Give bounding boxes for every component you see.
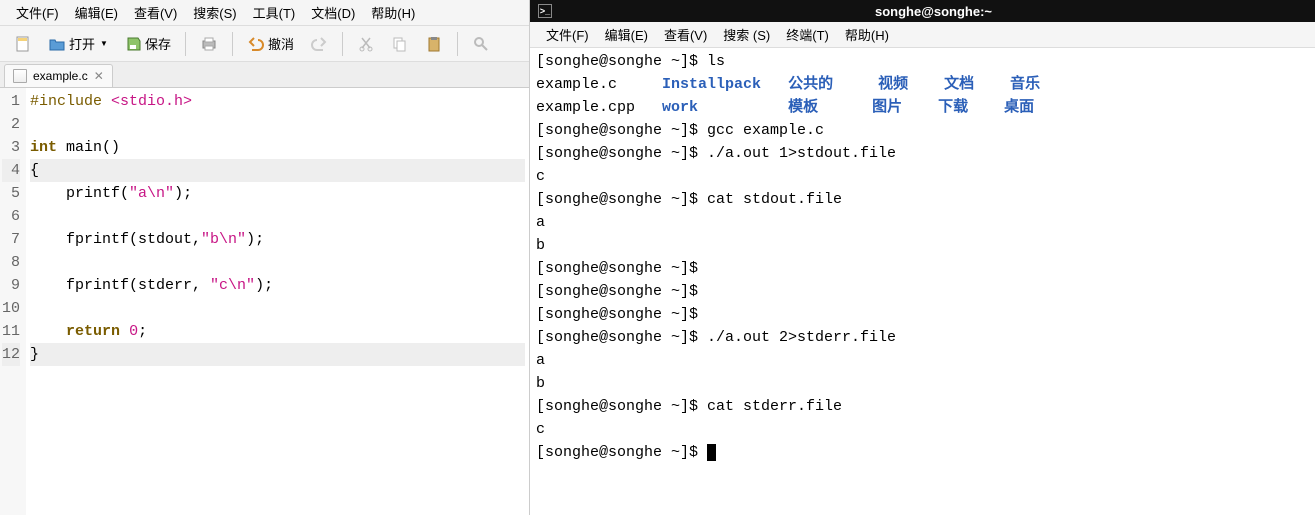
editor-toolbar: 打开 ▼ 保存 撤消	[0, 26, 529, 62]
term-menu-file[interactable]: 文件(F)	[538, 23, 597, 46]
terminal-app-icon: >_	[538, 4, 552, 18]
open-dropdown-icon[interactable]: ▼	[100, 39, 108, 48]
print-button[interactable]	[194, 31, 224, 57]
open-button[interactable]: 打开 ▼	[42, 30, 114, 57]
folder-open-icon	[48, 35, 66, 53]
terminal-titlebar: >_ songhe@songhe:~	[530, 0, 1315, 22]
find-button[interactable]	[466, 31, 496, 57]
terminal-pane: >_ songhe@songhe:~ 文件(F) 编辑(E) 查看(V) 搜索 …	[530, 0, 1315, 515]
toolbar-separator	[232, 32, 233, 56]
terminal-output[interactable]: [songhe@songhe ~]$ lsexample.c Installpa…	[530, 48, 1315, 515]
terminal-title: songhe@songhe:~	[560, 4, 1307, 19]
search-icon	[472, 35, 490, 53]
file-icon	[13, 69, 27, 83]
new-file-icon	[14, 35, 32, 53]
copy-icon	[391, 35, 409, 53]
toolbar-separator	[342, 32, 343, 56]
tab-example-c[interactable]: example.c ✕	[4, 64, 113, 87]
editor-menubar: 文件(F) 编辑(E) 查看(V) 搜索(S) 工具(T) 文档(D) 帮助(H…	[0, 0, 529, 26]
menu-help[interactable]: 帮助(H)	[363, 1, 423, 24]
term-menu-help[interactable]: 帮助(H)	[837, 23, 897, 46]
tab-bar: example.c ✕	[0, 62, 529, 88]
terminal-cursor	[707, 444, 716, 461]
code-editor[interactable]: 123456789101112 #include <stdio.h> int m…	[0, 88, 529, 515]
new-button[interactable]	[8, 31, 38, 57]
redo-button[interactable]	[304, 31, 334, 57]
redo-icon	[310, 35, 328, 53]
copy-button[interactable]	[385, 31, 415, 57]
undo-icon	[247, 35, 265, 53]
code-content[interactable]: #include <stdio.h> int main(){ printf("a…	[26, 88, 529, 515]
term-menu-terminal[interactable]: 终端(T)	[778, 23, 837, 46]
editor-pane: 文件(F) 编辑(E) 查看(V) 搜索(S) 工具(T) 文档(D) 帮助(H…	[0, 0, 530, 515]
undo-button[interactable]: 撤消	[241, 30, 300, 57]
open-label: 打开	[69, 34, 95, 53]
paste-icon	[425, 35, 443, 53]
save-icon	[124, 35, 142, 53]
save-label: 保存	[145, 34, 171, 53]
print-icon	[200, 35, 218, 53]
menu-search[interactable]: 搜索(S)	[185, 1, 244, 24]
cut-button[interactable]	[351, 31, 381, 57]
menu-file[interactable]: 文件(F)	[8, 1, 67, 24]
line-gutter: 123456789101112	[0, 88, 26, 515]
menu-tools[interactable]: 工具(T)	[245, 1, 304, 24]
paste-button[interactable]	[419, 31, 449, 57]
tab-close-icon[interactable]: ✕	[94, 69, 104, 83]
term-menu-search[interactable]: 搜索 (S)	[715, 23, 778, 46]
toolbar-separator	[185, 32, 186, 56]
undo-label: 撤消	[268, 34, 294, 53]
term-menu-edit[interactable]: 编辑(E)	[597, 23, 656, 46]
cut-icon	[357, 35, 375, 53]
save-button[interactable]: 保存	[118, 30, 177, 57]
tab-label: example.c	[33, 69, 88, 83]
menu-view[interactable]: 查看(V)	[126, 1, 185, 24]
toolbar-separator	[457, 32, 458, 56]
menu-documents[interactable]: 文档(D)	[303, 1, 363, 24]
menu-edit[interactable]: 编辑(E)	[67, 1, 126, 24]
term-menu-view[interactable]: 查看(V)	[656, 23, 715, 46]
terminal-menubar: 文件(F) 编辑(E) 查看(V) 搜索 (S) 终端(T) 帮助(H)	[530, 22, 1315, 48]
